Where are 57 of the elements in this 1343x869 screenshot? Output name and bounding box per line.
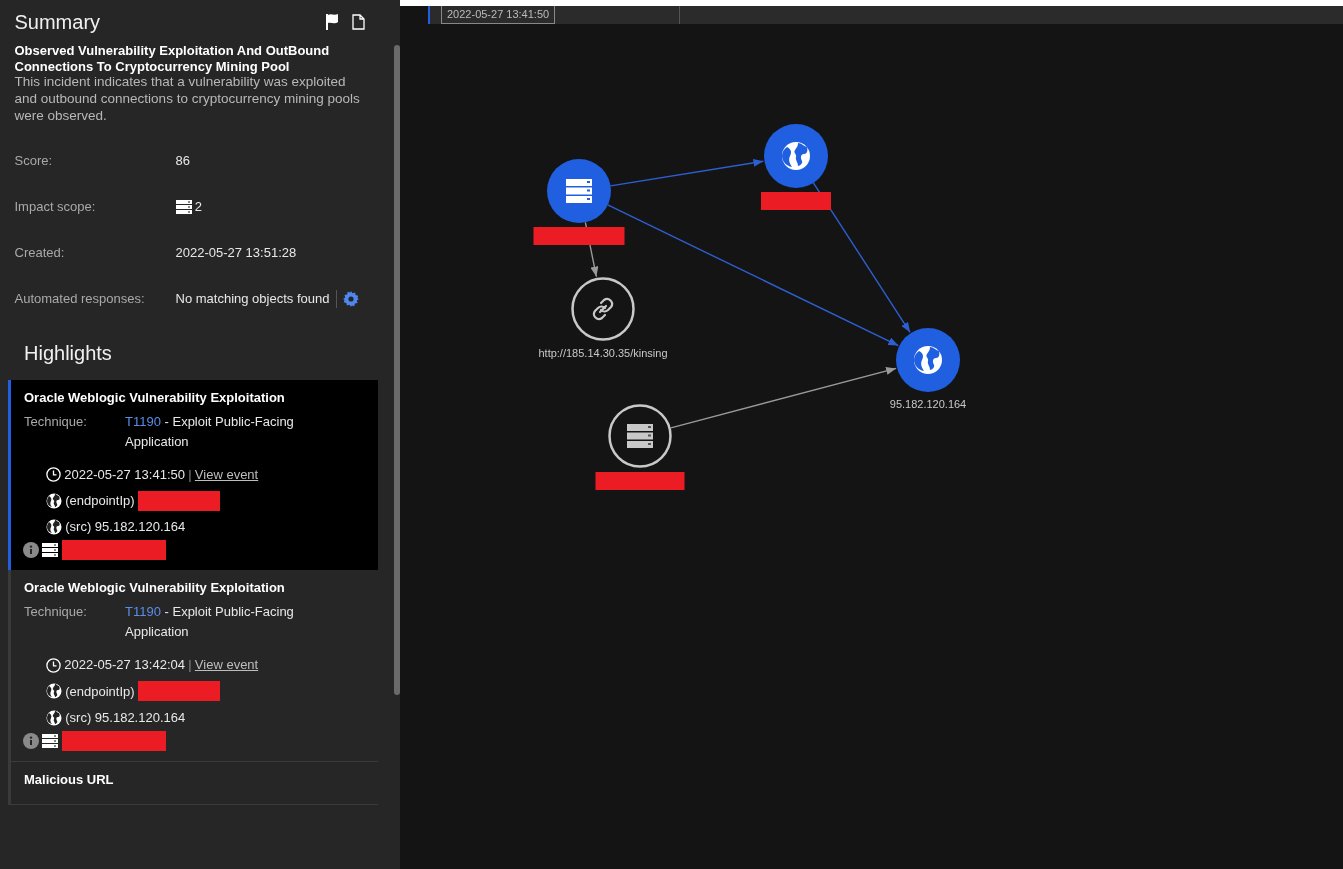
field-value: 86: [175, 152, 190, 171]
node-label: http://185.14.30.35/kinsing: [538, 347, 668, 359]
clock-icon: [46, 467, 61, 483]
graph-node[interactable]: [608, 404, 672, 468]
scrollbar[interactable]: [394, 45, 400, 695]
info-icon: [23, 542, 39, 559]
clock-icon: [46, 657, 61, 673]
field-label: Automated responses:: [14, 290, 146, 309]
incident-description: This incident indicates that a vulnerability was exploited and outbound connections to cryptocurrency mining pools were observed.: [14, 74, 361, 125]
highlight-card[interactable]: Oracle Weblogic Vulnerability Exploitation Technique: T1190 - Exploit Public-Facing Application 2022-05-27 13:41:50 | View event (endpointIp) (src) 95.182.120.164: [8, 379, 378, 571]
view-event-link[interactable]: View event: [194, 464, 259, 485]
graph-node[interactable]: [547, 159, 611, 223]
source-address: (src) 95.182.120.164: [65, 518, 186, 537]
field-label: Impact scope:: [14, 198, 97, 217]
event-time: 2022-05-27 13:42:04: [64, 656, 185, 675]
graph-node[interactable]: [571, 277, 635, 341]
server-icon: [175, 199, 192, 214]
graph-node[interactable]: [896, 328, 960, 392]
graph-node[interactable]: [764, 124, 828, 188]
server-icon: [42, 543, 59, 558]
globe-icon: [46, 683, 62, 700]
highlight-title: Malicious URL: [24, 771, 115, 788]
endpoint-label: (endpointIp): [65, 682, 135, 701]
incident-title: Observed Vulnerability Exploitation And OutBound Connections To Cryptocurrency Mining Pool: [14, 43, 331, 75]
globe-icon: [46, 519, 62, 536]
separator: |: [188, 656, 192, 675]
technique-text: T1190 - Exploit Public-Facing Application: [125, 603, 295, 642]
info-icon: [23, 732, 39, 749]
globe-icon: [46, 709, 62, 726]
technique-link[interactable]: T1190: [125, 604, 161, 620]
globe-icon: [46, 492, 62, 509]
source-address: (src) 95.182.120.164: [65, 708, 186, 727]
highlight-card[interactable]: Oracle Weblogic Vulnerability Exploitation Technique: T1190 - Exploit Public-Facing Application 2022-05-27 13:42:04 | View event (endpointIp) (src) 95.182.120.164: [8, 570, 378, 762]
field-label: Technique:: [24, 603, 88, 622]
event-time: 2022-05-27 13:41:50: [64, 465, 185, 484]
highlight-card[interactable]: Malicious URL: [8, 761, 378, 805]
technique-text: T1190 - Exploit Public-Facing Application: [125, 412, 295, 451]
settings-icon[interactable]: [342, 290, 359, 307]
field-label: Created:: [14, 244, 66, 263]
node-label: 95.182.120.164: [889, 398, 967, 410]
timestamp-label: 2022-05-27 13:41:50: [441, 6, 556, 24]
section-title: Highlights: [23, 340, 113, 366]
flag-icon: [325, 13, 339, 30]
highlight-title: Oracle Weblogic Vulnerability Exploitation: [24, 389, 286, 406]
highlight-title: Oracle Weblogic Vulnerability Exploitation: [24, 580, 286, 596]
field-value: No matching objects found: [175, 290, 330, 309]
view-event-link[interactable]: View event: [194, 655, 259, 675]
field-label: Technique:: [24, 412, 88, 431]
field-value: 2: [194, 198, 202, 217]
panel-title: Summary: [13, 9, 101, 35]
field-label: Score:: [14, 152, 54, 171]
endpoint-label: (endpointIp): [65, 492, 135, 511]
separator: |: [188, 465, 192, 484]
server-icon: [42, 733, 59, 748]
document-icon: [352, 13, 365, 30]
technique-link[interactable]: T1190: [125, 413, 161, 429]
field-value: 2022-05-27 13:51:28: [175, 244, 297, 263]
